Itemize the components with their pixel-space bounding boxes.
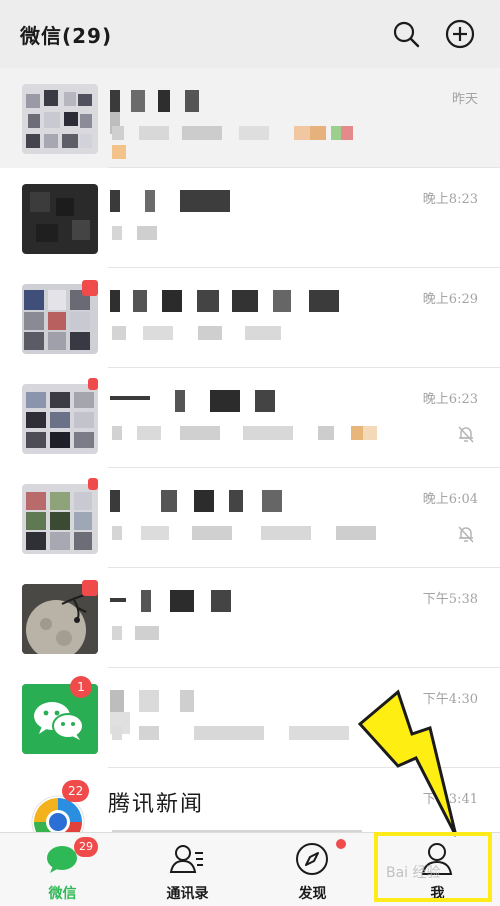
compass-icon: [296, 843, 328, 875]
chat-name: 腾讯新闻: [108, 792, 205, 817]
tab-chats[interactable]: 29 微信: [0, 833, 125, 906]
tab-dot: [336, 839, 346, 849]
chat-time: 下午5:38: [422, 592, 478, 607]
tab-contacts[interactable]: 通讯录: [125, 833, 250, 906]
chat-name-redacted: [110, 90, 210, 134]
chat-time: 晚上6:23: [422, 392, 478, 407]
tab-label: 微信: [48, 886, 77, 902]
chat-preview-redacted: [112, 226, 162, 240]
chat-name-redacted: [110, 290, 370, 312]
page-title: 微信(29): [20, 24, 113, 48]
chat-row[interactable]: 昨天: [0, 68, 500, 168]
top-bar: 微信(29): [0, 0, 500, 68]
chat-row[interactable]: 晚上6:04: [0, 468, 500, 568]
chat-row[interactable]: 晚上6:29: [0, 268, 500, 368]
avatar: [22, 84, 98, 154]
search-button[interactable]: [390, 18, 422, 50]
avatar: [22, 184, 98, 254]
contacts-icon: [169, 845, 203, 873]
mute-bell-icon: [458, 526, 474, 543]
lightning-arrow-icon: [357, 689, 458, 837]
mute-bell-icon: [458, 426, 474, 443]
chat-preview-redacted: [112, 626, 172, 640]
chat-name-redacted: [110, 390, 280, 412]
avatar: [22, 384, 98, 454]
chat-preview-redacted: [112, 426, 402, 440]
chat-name-redacted: [110, 190, 240, 212]
add-button[interactable]: [444, 18, 476, 50]
chat-name-redacted: [110, 490, 300, 512]
chat-time: 晚上8:23: [422, 192, 478, 207]
tab-label: 通讯录: [166, 886, 209, 902]
chat-row[interactable]: 晚上6:23: [0, 368, 500, 468]
tab-badge: 29: [74, 837, 98, 857]
chat-name-redacted: [110, 690, 220, 734]
unread-dot: [82, 280, 98, 296]
unread-dot: [88, 378, 98, 390]
chat-time: 晚上6:04: [422, 492, 478, 507]
watermark: Bai 经验: [386, 865, 441, 881]
tab-label: 发现: [298, 886, 327, 902]
tab-discover[interactable]: 发现: [250, 833, 375, 906]
chat-time: 昨天: [451, 92, 478, 107]
chat-time: 晚上6:29: [422, 292, 478, 307]
chat-preview-redacted: [112, 126, 372, 159]
unread-badge: 1: [70, 676, 92, 698]
search-icon: [393, 21, 420, 48]
unread-dot: [82, 580, 98, 596]
chat-preview-redacted: [112, 326, 332, 340]
chat-preview-redacted: [112, 526, 412, 540]
chat-name-redacted: [110, 590, 240, 612]
unread-dot: [88, 478, 98, 490]
unread-badge: 22: [62, 780, 90, 802]
plus-circle-icon: [445, 19, 475, 49]
wechat-app: 微信(29) 昨天 晚上8:23 晚上6:29 晚上6:23 晚上6:04 下午…: [0, 0, 500, 906]
avatar: [22, 484, 98, 554]
chat-row[interactable]: 下午5:38: [0, 568, 500, 668]
chat-row[interactable]: 晚上8:23: [0, 168, 500, 268]
